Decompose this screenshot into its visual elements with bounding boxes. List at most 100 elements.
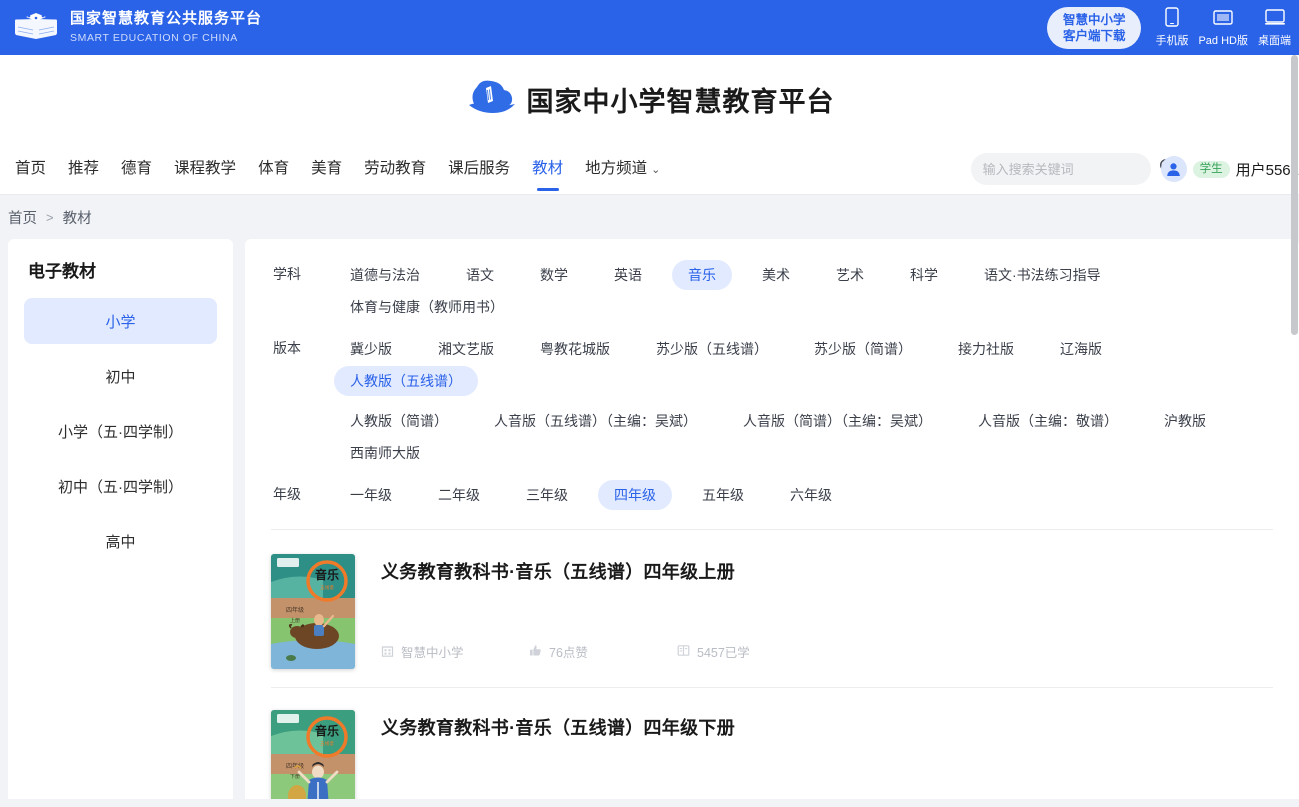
nav-item-home[interactable]: 首页: [4, 143, 57, 195]
chip-version-3[interactable]: 苏少版（五线谱）: [640, 334, 784, 364]
client-download-button[interactable]: 智慧中小学 客户端下载: [1046, 6, 1142, 49]
sidebar-item-junior-label: 初中: [105, 368, 136, 386]
chip-grade-5[interactable]: 五年级: [686, 480, 760, 510]
nav-item-recommend[interactable]: 推荐: [57, 143, 110, 195]
chip-grade-4[interactable]: 四年级: [598, 480, 672, 510]
chip-subject-1[interactable]: 语文: [450, 260, 510, 290]
nav-item-labor-education[interactable]: 劳动教育: [353, 143, 437, 195]
filter-row-grade: 年级 一年级 二年级 三年级 四年级 五年级 六年级: [271, 475, 1273, 515]
chip-subject-5[interactable]: 美术: [746, 260, 806, 290]
book-stat-learned-label: 5457已学: [697, 646, 750, 660]
filter-row-version: 版本 冀少版 湘文艺版 粤教花城版 苏少版（五线谱） 苏少版（简谱） 接力社版 …: [271, 329, 1273, 401]
user-area[interactable]: 学生 用户5562: [1160, 156, 1299, 182]
nav-item-textbooks[interactable]: 教材: [521, 143, 574, 195]
topbar-title-en: SMART EDUCATION OF CHINA: [70, 31, 238, 44]
chip-subject-8[interactable]: 语文·书法练习指导: [968, 260, 1117, 290]
svg-text:五线谱: 五线谱: [320, 584, 334, 591]
chip-version-10[interactable]: 人音版（简谱）（主编：吴斌）: [727, 406, 948, 436]
book-stat-likes: 76点赞: [529, 642, 677, 661]
breadcrumb: 首页 > 教材: [0, 195, 1299, 239]
filter-row-subject: 学科 道德与法治 语文 数学 英语 音乐 美术 艺术 科学 语文·书法练习指导 …: [271, 255, 1273, 327]
chip-subject-4-music[interactable]: 音乐: [672, 260, 732, 290]
chip-subject-0[interactable]: 道德与法治: [334, 260, 436, 290]
chip-version-11[interactable]: 人音版（主编：敬谱）: [962, 406, 1134, 436]
chip-version-6[interactable]: 辽海版: [1044, 334, 1118, 364]
book-open-icon: [677, 644, 690, 660]
chip-subject-6[interactable]: 艺术: [820, 260, 880, 290]
book-cover-image[interactable]: 音乐 五线谱 四年级 上册: [271, 554, 355, 669]
device-link-desktop-label: 桌面端: [1258, 35, 1291, 47]
client-download-label-2: 客户端下载: [1062, 28, 1126, 43]
chip-version-2[interactable]: 粤教花城版: [524, 334, 626, 364]
book-title[interactable]: 义务教育教科书·音乐（五线谱）四年级下册: [381, 714, 1273, 740]
phone-icon: [1165, 7, 1179, 30]
device-link-phone-label: 手机版: [1155, 35, 1189, 47]
chip-grade-1[interactable]: 一年级: [334, 480, 408, 510]
chip-grade-2[interactable]: 二年级: [422, 480, 496, 510]
sidebar-item-primary-54[interactable]: 小学（五·四学制）: [24, 408, 217, 454]
sidebar-item-senior-label: 高中: [105, 533, 136, 551]
chevron-down-icon: ⌄: [651, 163, 661, 176]
sidebar-item-primary[interactable]: 小学: [24, 298, 217, 344]
top-blue-bar: 国家智慧教育公共服务平台 SMART EDUCATION OF CHINA 智慧…: [0, 0, 1299, 55]
breadcrumb-item-home[interactable]: 首页: [8, 207, 37, 228]
chip-version-9[interactable]: 人音版（五线谱）（主编：吴斌）: [478, 406, 713, 436]
nav-item-pe-label: 体育: [258, 159, 290, 177]
breadcrumb-separator: >: [46, 209, 54, 225]
chip-subject-9[interactable]: 体育与健康（教师用书）: [334, 292, 520, 322]
book-info: 义务教育教科书·音乐（五线谱）四年级下册 智慧中小学 1: [381, 710, 1273, 799]
chip-version-0[interactable]: 冀少版: [334, 334, 408, 364]
chip-version-5[interactable]: 接力社版: [942, 334, 1030, 364]
chip-subject-7[interactable]: 科学: [894, 260, 954, 290]
chip-version-8[interactable]: 人教版（简谱）: [334, 406, 464, 436]
book-stat-learned: 2284已学: [677, 798, 825, 799]
device-link-phone[interactable]: 手机版: [1155, 7, 1188, 48]
breadcrumb-item-textbooks[interactable]: 教材: [63, 207, 92, 228]
nav-item-curriculum-label: 课程教学: [174, 159, 237, 177]
search-input[interactable]: [982, 161, 1159, 177]
chip-version-12[interactable]: 沪教版: [1148, 406, 1222, 436]
avatar[interactable]: [1160, 156, 1187, 182]
platform-logo[interactable]: 国家智慧教育公共服务平台 SMART EDUCATION OF CHINA: [12, 9, 262, 47]
site-logo[interactable]: 国家中小学智慧教育平台: [465, 75, 835, 124]
nav-item-recommend-label: 推荐: [68, 159, 100, 177]
filter-label-subject: 学科: [273, 266, 301, 282]
main-navbar: 首页 推荐 德育 课程教学 体育 美育 劳动教育 课后服务 教材 地方频道⌄ 学…: [0, 143, 1299, 195]
nav-item-aesthetics[interactable]: 美育: [300, 143, 353, 195]
chip-subject-2[interactable]: 数学: [524, 260, 584, 290]
book-cover-image[interactable]: 音乐 五线谱 四年级 下册: [271, 710, 355, 799]
filter-chips-subject: 道德与法治 语文 数学 英语 音乐 美术 艺术 科学 语文·书法练习指导 体育与…: [327, 259, 1273, 323]
filter-chips-version: 冀少版 湘文艺版 粤教花城版 苏少版（五线谱） 苏少版（简谱） 接力社版 辽海版…: [327, 333, 1273, 397]
nav-item-pe[interactable]: 体育: [247, 143, 300, 195]
device-link-tablet[interactable]: Pad HD版: [1198, 7, 1248, 48]
chip-grade-3[interactable]: 三年级: [510, 480, 584, 510]
svg-text:五线谱: 五线谱: [320, 740, 334, 747]
book-stat-likes-label: 17点赞: [549, 798, 588, 799]
filter-chips-version-2: 人教版（简谱） 人音版（五线谱）（主编：吴斌） 人音版（简谱）（主编：吴斌） 人…: [271, 405, 1273, 469]
book-list-item[interactable]: 音乐 五线谱 四年级 上册 义务教育教科书·音乐（五线谱）四年级上册 智慧中小学…: [271, 532, 1273, 688]
nav-item-local-channel[interactable]: 地方频道 ⌄: [574, 143, 671, 195]
search-box[interactable]: [970, 153, 1175, 185]
device-link-desktop[interactable]: 桌面端: [1258, 7, 1291, 48]
nav-item-moral-education[interactable]: 德育: [110, 143, 163, 195]
sidebar-item-senior[interactable]: 高中: [24, 518, 217, 564]
chip-version-1[interactable]: 湘文艺版: [422, 334, 510, 364]
sidebar-item-primary-label: 小学: [105, 313, 136, 331]
sidebar-item-junior[interactable]: 初中: [24, 353, 217, 399]
sidebar-item-junior-54[interactable]: 初中（五·四学制）: [24, 463, 217, 509]
book-title[interactable]: 义务教育教科书·音乐（五线谱）四年级上册: [381, 558, 1273, 584]
page-scrollbar[interactable]: [1290, 55, 1299, 807]
chip-subject-3[interactable]: 英语: [598, 260, 658, 290]
book-list: 音乐 五线谱 四年级 上册 义务教育教科书·音乐（五线谱）四年级上册 智慧中小学…: [271, 530, 1273, 799]
chip-version-7-renjiao-staff[interactable]: 人教版（五线谱）: [334, 366, 478, 396]
page-scrollbar-thumb[interactable]: [1291, 55, 1298, 335]
nav-item-after-school-label: 课后服务: [448, 159, 511, 177]
nav-item-after-school[interactable]: 课后服务: [437, 143, 521, 195]
chip-grade-6[interactable]: 六年级: [774, 480, 848, 510]
filter-group-grade: 年级 一年级 二年级 三年级 四年级 五年级 六年级: [271, 475, 1273, 515]
chip-version-4[interactable]: 苏少版（简谱）: [798, 334, 928, 364]
svg-text:音乐: 音乐: [315, 723, 339, 738]
chip-version-13[interactable]: 西南师大版: [334, 438, 436, 468]
book-list-item[interactable]: 音乐 五线谱 四年级 下册 义务教育教科书·音乐（五线谱）四年级下册: [271, 688, 1273, 799]
nav-item-curriculum[interactable]: 课程教学: [163, 143, 247, 195]
